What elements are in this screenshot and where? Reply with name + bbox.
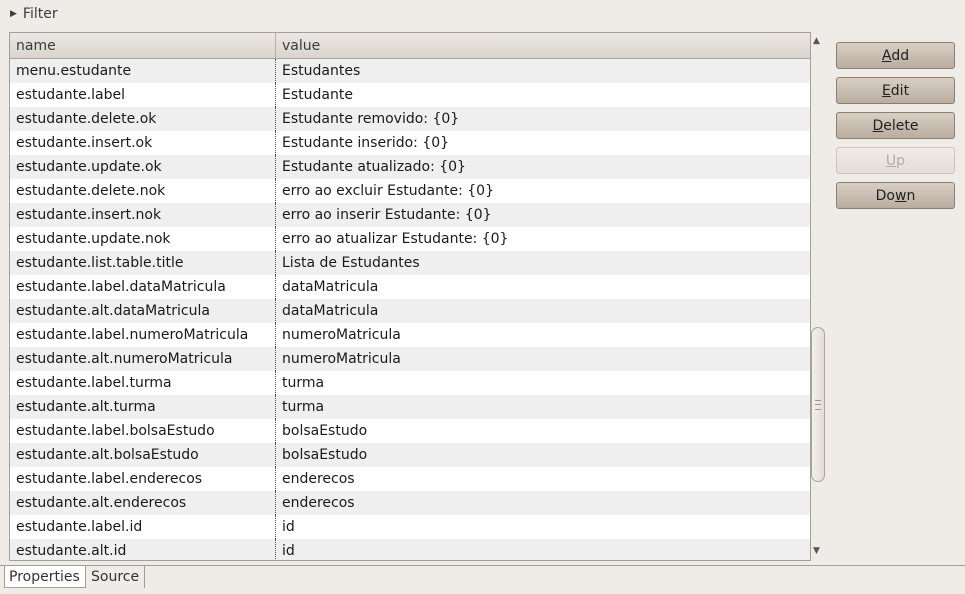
column-header-value[interactable]: value <box>276 33 810 58</box>
table-row[interactable]: estudante.label.bolsaEstudo bolsaEstudo <box>10 419 810 443</box>
cell-name[interactable]: estudante.label <box>10 83 276 107</box>
table-row[interactable]: estudante.alt.enderecos enderecos <box>10 491 810 515</box>
table-row[interactable]: menu.estudante Estudantes <box>10 59 810 83</box>
cell-name[interactable]: estudante.label.turma <box>10 371 276 395</box>
table-row[interactable]: estudante.insert.nok erro ao inserir Estu… <box>10 203 810 227</box>
scroll-up-arrow-icon[interactable]: ▲ <box>813 36 820 46</box>
table-row[interactable]: estudante.alt.turma turma <box>10 395 810 419</box>
cell-value[interactable]: bolsaEstudo <box>276 443 810 467</box>
table-row[interactable]: estudante.update.nok erro ao atualizar Es… <box>10 227 810 251</box>
table-row[interactable]: estudante.alt.numeroMatricula numeroMatri… <box>10 347 810 371</box>
filter-label: Filter <box>22 6 58 22</box>
cell-value[interactable]: turma <box>276 371 810 395</box>
table-row[interactable]: estudante.delete.nok erro ao excluir Estu… <box>10 179 810 203</box>
down-button[interactable]: Do w n <box>836 182 955 209</box>
cell-name[interactable]: estudante.alt.dataMatricula <box>10 299 276 323</box>
cell-name[interactable]: menu.estudante <box>10 59 276 83</box>
cell-name[interactable]: estudante.alt.bolsaEstudo <box>10 443 276 467</box>
cell-value[interactable]: Estudantes <box>276 59 810 83</box>
cell-name[interactable]: estudante.alt.numeroMatricula <box>10 347 276 371</box>
cell-value[interactable]: erro ao excluir Estudante: {0} <box>276 179 810 203</box>
scroll-down-arrow-icon[interactable]: ▼ <box>813 546 820 556</box>
cell-name[interactable]: estudante.insert.ok <box>10 131 276 155</box>
cell-name[interactable]: estudante.alt.turma <box>10 395 276 419</box>
table-header: name value <box>10 33 810 59</box>
cell-value[interactable]: erro ao atualizar Estudante: {0} <box>276 227 810 251</box>
editor-tabs: Properties Source <box>0 565 965 594</box>
cell-value[interactable]: bolsaEstudo <box>276 419 810 443</box>
cell-name[interactable]: estudante.label.numeroMatricula <box>10 323 276 347</box>
filter-expander[interactable]: ▶ Filter <box>10 4 58 24</box>
table-body: menu.estudante Estudantes estudante.label E… <box>10 59 810 560</box>
table-row[interactable]: estudante.label.numeroMatricula numeroMat… <box>10 323 810 347</box>
cell-value[interactable]: Estudante atualizado: {0} <box>276 155 810 179</box>
cell-name[interactable]: estudante.alt.id <box>10 539 276 560</box>
tab-source[interactable]: Source <box>87 566 145 588</box>
delete-mnemonic: D <box>872 117 884 134</box>
cell-value[interactable]: id <box>276 515 810 539</box>
cell-name[interactable]: estudante.alt.enderecos <box>10 491 276 515</box>
cell-name[interactable]: estudante.delete.nok <box>10 179 276 203</box>
add-button[interactable]: Add <box>836 42 955 69</box>
expander-arrow-icon: ▶ <box>10 9 17 19</box>
vertical-scrollbar[interactable]: ▲ ▼ <box>810 34 826 558</box>
table-row[interactable]: estudante.label.dataMatricula dataMatricu… <box>10 275 810 299</box>
properties-table: name value menu.estudante Estudantes estud… <box>9 32 811 561</box>
cell-name[interactable]: estudante.insert.nok <box>10 203 276 227</box>
column-header-name[interactable]: name <box>10 33 276 58</box>
cell-value[interactable]: Estudante <box>276 83 810 107</box>
cell-value[interactable]: Estudante removido: {0} <box>276 107 810 131</box>
cell-name[interactable]: estudante.label.enderecos <box>10 467 276 491</box>
cell-value[interactable]: turma <box>276 395 810 419</box>
cell-value[interactable]: dataMatricula <box>276 275 810 299</box>
table-row[interactable]: estudante.alt.bolsaEstudo bolsaEstudo <box>10 443 810 467</box>
grip-icon <box>815 400 821 410</box>
cell-name[interactable]: estudante.update.ok <box>10 155 276 179</box>
delete-button[interactable]: Delete <box>836 112 955 139</box>
table-row[interactable]: estudante.alt.id id <box>10 539 810 560</box>
down-mnemonic: w <box>895 187 907 204</box>
add-mnemonic: A <box>881 47 892 64</box>
table-row[interactable]: estudante.alt.dataMatricula dataMatricula <box>10 299 810 323</box>
cell-value[interactable]: dataMatricula <box>276 299 810 323</box>
table-row[interactable]: estudante.insert.ok Estudante inserido: {… <box>10 131 810 155</box>
cell-value[interactable]: id <box>276 539 810 560</box>
cell-name[interactable]: estudante.delete.ok <box>10 107 276 131</box>
table-row[interactable]: estudante.delete.ok Estudante removido: {… <box>10 107 810 131</box>
cell-name[interactable]: estudante.label.dataMatricula <box>10 275 276 299</box>
edit-mnemonic: E <box>881 82 891 99</box>
table-row[interactable]: estudante.label.id id <box>10 515 810 539</box>
cell-name[interactable]: estudante.list.table.title <box>10 251 276 275</box>
table-row[interactable]: estudante.label Estudante <box>10 83 810 107</box>
cell-name[interactable]: estudante.update.nok <box>10 227 276 251</box>
cell-name[interactable]: estudante.label.id <box>10 515 276 539</box>
cell-value[interactable]: numeroMatricula <box>276 347 810 371</box>
tab-properties[interactable]: Properties <box>4 566 86 588</box>
edit-button[interactable]: Edit <box>836 77 955 104</box>
table-row[interactable]: estudante.label.enderecos enderecos <box>10 467 810 491</box>
up-mnemonic: U <box>885 152 897 169</box>
cell-value[interactable]: enderecos <box>276 467 810 491</box>
cell-value[interactable]: Lista de Estudantes <box>276 251 810 275</box>
cell-value[interactable]: numeroMatricula <box>276 323 810 347</box>
cell-value[interactable]: erro ao inserir Estudante: {0} <box>276 203 810 227</box>
up-button[interactable]: Up <box>836 147 955 174</box>
table-row[interactable]: estudante.list.table.title Lista de Estud… <box>10 251 810 275</box>
cell-name[interactable]: estudante.label.bolsaEstudo <box>10 419 276 443</box>
cell-value[interactable]: enderecos <box>276 491 810 515</box>
table-row[interactable]: estudante.label.turma turma <box>10 371 810 395</box>
scrollbar-thumb[interactable] <box>811 327 825 482</box>
cell-value[interactable]: Estudante inserido: {0} <box>276 131 810 155</box>
table-row[interactable]: estudante.update.ok Estudante atualizado:… <box>10 155 810 179</box>
